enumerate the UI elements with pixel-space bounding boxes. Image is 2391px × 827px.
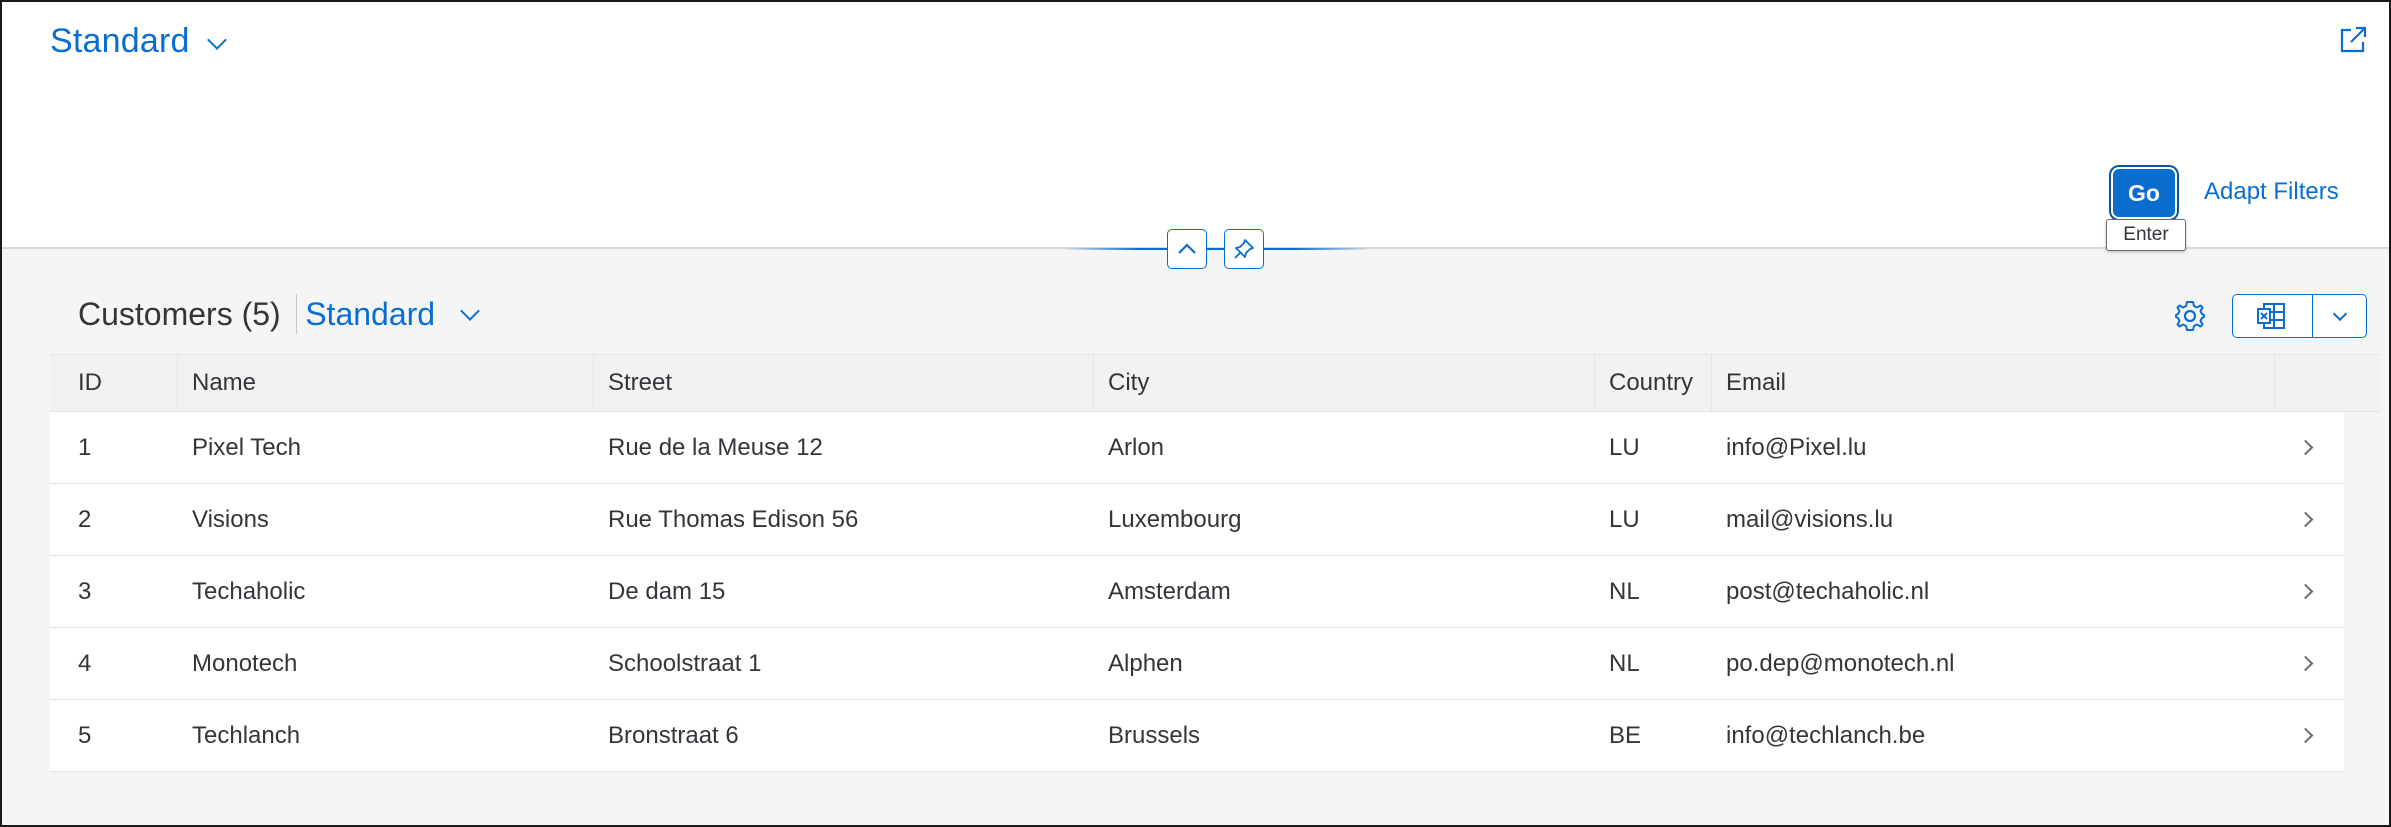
table-row[interactable]: 3 Techaholic De dam 15 Amsterdam NL post… [50, 556, 2344, 628]
cell-email: po.dep@monotech.nl [1726, 649, 1955, 677]
cell-city: Alphen [1108, 649, 1183, 677]
cell-id: 3 [78, 577, 92, 605]
cell-name: Pixel Tech [192, 433, 301, 461]
chevron-down-icon [206, 29, 227, 50]
cell-street: Bronstraat 6 [608, 721, 739, 749]
chevron-right-icon [2297, 655, 2314, 672]
export-options-button[interactable] [2313, 295, 2366, 337]
cell-city: Amsterdam [1108, 577, 1231, 605]
cell-street: Rue Thomas Edison 56 [608, 505, 859, 533]
row-navigation[interactable] [2275, 628, 2344, 699]
cell-email: mail@visions.lu [1726, 505, 1894, 533]
chevron-right-icon [2297, 439, 2314, 456]
cell-name: Techaholic [192, 577, 306, 605]
spreadsheet-export-icon [2256, 303, 2285, 329]
cell-country: LU [1609, 505, 1640, 533]
cell-id: 1 [78, 433, 92, 461]
column-header-country[interactable]: Country [1595, 355, 1712, 411]
cell-street: De dam 15 [608, 577, 726, 605]
variant-title: Standard [50, 22, 190, 60]
table-toolbar-title: Customers (5) Standard [78, 294, 480, 334]
pin-header-button[interactable] [1224, 229, 1264, 269]
cell-id: 4 [78, 649, 92, 677]
cell-city: Luxembourg [1108, 505, 1242, 533]
header-divider [1062, 248, 1372, 250]
row-navigation[interactable] [2275, 700, 2344, 771]
cell-country: NL [1609, 649, 1640, 677]
table-row[interactable]: 5 Techlanch Bronstraat 6 Brussels BE inf… [50, 700, 2344, 772]
row-navigation[interactable] [2275, 556, 2344, 627]
title-separator [295, 294, 298, 334]
export-menu-button [2232, 294, 2367, 338]
cell-email: post@techaholic.nl [1726, 577, 1930, 605]
column-header-navigation [2275, 355, 2344, 411]
gear-icon[interactable] [2172, 298, 2208, 334]
chevron-down-icon [2332, 306, 2347, 321]
cell-email: info@techlanch.be [1726, 721, 1926, 749]
share-icon[interactable] [2337, 24, 2369, 56]
pin-icon [1234, 239, 1254, 259]
cell-street: Rue de la Meuse 12 [608, 433, 823, 461]
cell-email: info@Pixel.lu [1726, 433, 1867, 461]
column-header-email[interactable]: Email [1712, 355, 2275, 411]
column-header-id[interactable]: ID [50, 355, 178, 411]
cell-city: Brussels [1108, 721, 1201, 749]
chevron-right-icon [2297, 511, 2314, 528]
chevron-up-icon [1178, 243, 1196, 254]
cell-id: 5 [78, 721, 92, 749]
chevron-right-icon [2297, 727, 2314, 744]
chevron-right-icon [2297, 583, 2314, 600]
column-header-street[interactable]: Street [594, 355, 1094, 411]
cell-id: 2 [78, 505, 92, 533]
go-button[interactable]: Go [2113, 169, 2175, 217]
export-button[interactable] [2233, 295, 2313, 337]
table-title: Customers (5) [78, 295, 281, 332]
cell-name: Monotech [192, 649, 298, 677]
chevron-down-icon [460, 301, 480, 321]
collapse-header-button[interactable] [1167, 229, 1207, 269]
table-variant-title: Standard [305, 295, 436, 332]
table-row[interactable]: 4 Monotech Schoolstraat 1 Alphen NL po.d… [50, 628, 2344, 700]
table-variant-selector[interactable]: Standard [305, 295, 480, 333]
cell-name: Visions [192, 505, 269, 533]
table-row[interactable]: 1 Pixel Tech Rue de la Meuse 12 Arlon LU… [50, 412, 2344, 484]
table-header-row: ID Name Street City Country Email [50, 354, 2380, 412]
row-navigation[interactable] [2275, 412, 2344, 483]
cell-street: Schoolstraat 1 [608, 649, 762, 677]
cell-city: Arlon [1108, 433, 1165, 461]
adapt-filters-link[interactable]: Adapt Filters [2204, 178, 2339, 206]
table-row[interactable]: 2 Visions Rue Thomas Edison 56 Luxembour… [50, 484, 2344, 556]
cell-country: BE [1609, 721, 1642, 749]
filter-bar-header: Standard Go Enter Adapt Filters [2, 2, 2389, 251]
cell-country: LU [1609, 433, 1640, 461]
go-tooltip: Enter [2106, 219, 2186, 251]
cell-name: Techlanch [192, 721, 301, 749]
app-window: Standard Go Enter Adapt Filters Customer… [0, 0, 2391, 827]
variant-selector[interactable]: Standard [50, 22, 227, 61]
column-header-name[interactable]: Name [178, 355, 594, 411]
cell-country: NL [1609, 577, 1640, 605]
row-navigation[interactable] [2275, 484, 2344, 555]
customers-table: ID Name Street City Country Email 1 Pixe… [50, 354, 2380, 772]
column-header-city[interactable]: City [1094, 355, 1595, 411]
